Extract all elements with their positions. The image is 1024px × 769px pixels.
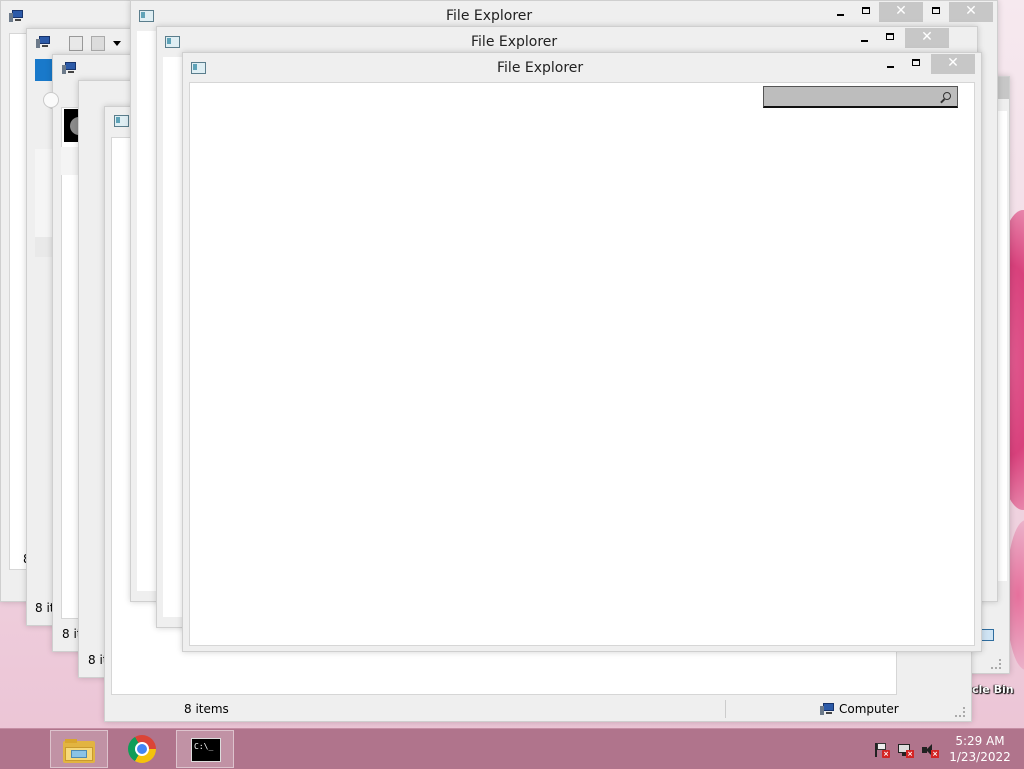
computer-icon bbox=[820, 703, 834, 715]
close-button[interactable]: ✕ bbox=[949, 2, 993, 22]
app-icon bbox=[191, 62, 206, 74]
maximize-button[interactable] bbox=[853, 2, 879, 22]
window-title: File Explorer bbox=[446, 8, 533, 24]
taskbar: C:\_ × × × 5:29 AM 1/23/2022 bbox=[0, 728, 1024, 769]
computer-icon bbox=[36, 36, 50, 48]
network-icon[interactable]: × bbox=[897, 742, 914, 758]
back-button[interactable] bbox=[43, 92, 59, 108]
clock-date: 1/23/2022 bbox=[949, 750, 1011, 764]
taskbar-command-prompt-button[interactable]: C:\_ bbox=[176, 730, 234, 768]
window-content bbox=[137, 31, 157, 591]
status-item-count: 8 items bbox=[184, 702, 229, 716]
quick-access-dropdown-icon[interactable] bbox=[113, 41, 121, 46]
taskbar-chrome-button[interactable] bbox=[114, 730, 172, 768]
computer-icon bbox=[62, 62, 76, 74]
minimize-button[interactable] bbox=[877, 54, 903, 74]
file-explorer-window-9[interactable]: File Explorer ✕ bbox=[182, 52, 982, 652]
volume-muted-icon[interactable]: × bbox=[921, 742, 939, 758]
close-button[interactable]: ✕ bbox=[931, 54, 975, 74]
taskbar-file-explorer-button[interactable] bbox=[50, 730, 108, 768]
minimize-button[interactable] bbox=[827, 2, 853, 22]
app-icon bbox=[165, 36, 180, 48]
close-button[interactable]: ✕ bbox=[905, 28, 949, 48]
maximize-button[interactable] bbox=[903, 54, 929, 74]
window-content bbox=[189, 82, 975, 646]
clock-time: 5:29 AM bbox=[955, 734, 1005, 748]
new-folder-icon[interactable] bbox=[91, 36, 105, 51]
resize-grip-icon[interactable] bbox=[991, 659, 1001, 669]
app-icon bbox=[114, 115, 129, 127]
large-icons-view-icon[interactable] bbox=[981, 629, 994, 641]
window-title: File Explorer bbox=[471, 34, 558, 50]
maximize-button[interactable] bbox=[877, 28, 903, 48]
window-title: File Explorer bbox=[497, 60, 584, 76]
system-clock[interactable]: 5:29 AM 1/23/2022 bbox=[940, 733, 1020, 765]
folder-icon bbox=[63, 739, 95, 763]
action-center-flag-icon[interactable]: × bbox=[873, 742, 890, 758]
properties-icon[interactable] bbox=[69, 36, 83, 51]
search-icon[interactable] bbox=[943, 92, 951, 100]
resize-grip-icon[interactable] bbox=[955, 707, 965, 717]
search-input[interactable] bbox=[763, 86, 958, 108]
recycle-bin-label[interactable]: cle Bin bbox=[972, 683, 1014, 696]
window-content bbox=[163, 57, 183, 617]
close-button[interactable]: ✕ bbox=[879, 2, 923, 22]
maximize-button[interactable] bbox=[923, 2, 949, 22]
nav-pane-item[interactable] bbox=[35, 237, 53, 257]
computer-icon bbox=[9, 10, 23, 22]
cmd-icon: C:\_ bbox=[191, 738, 221, 762]
status-location: Computer bbox=[839, 702, 899, 716]
chrome-icon bbox=[128, 735, 156, 763]
status-divider bbox=[725, 700, 726, 718]
app-icon bbox=[139, 10, 154, 22]
minimize-button[interactable] bbox=[851, 28, 877, 48]
